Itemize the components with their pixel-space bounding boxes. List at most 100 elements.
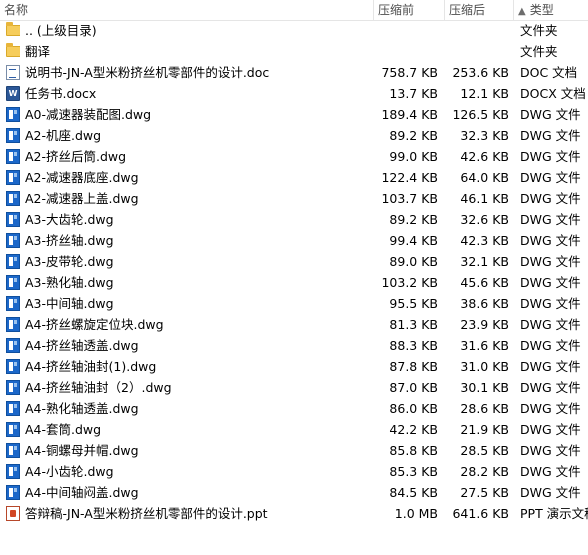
file-row[interactable]: A4-挤丝轴油封（2）.dwg 87.0 KB 30.1 KB DWG 文件: [0, 377, 588, 398]
file-row[interactable]: A3-皮带轮.dwg 89.0 KB 32.1 KB DWG 文件: [0, 251, 588, 272]
file-name: A2-挤丝后筒.dwg: [25, 149, 127, 164]
column-header-size-after[interactable]: 压缩后: [445, 0, 514, 20]
column-header-size-before[interactable]: 压缩前: [374, 0, 445, 20]
dwg-file-icon: [6, 443, 20, 458]
file-type: DWG 文件: [520, 443, 581, 458]
file-row[interactable]: 任务书.docx 13.7 KB 12.1 KB DOCX 文档: [0, 83, 588, 104]
file-icon-cell: [6, 272, 20, 293]
file-row[interactable]: A4-挤丝轴透盖.dwg 88.3 KB 31.6 KB DWG 文件: [0, 335, 588, 356]
file-type: DWG 文件: [520, 359, 581, 374]
file-row[interactable]: A2-机座.dwg 89.2 KB 32.3 KB DWG 文件: [0, 125, 588, 146]
dwg-file-icon: [6, 191, 20, 206]
file-size-before: 99.4 KB: [389, 233, 438, 248]
file-type: DOCX 文档: [520, 86, 586, 101]
file-row[interactable]: A4-挤丝轴油封(1).dwg 87.8 KB 31.0 KB DWG 文件: [0, 356, 588, 377]
dwg-file-icon: [6, 233, 20, 248]
file-type: DWG 文件: [520, 107, 581, 122]
file-name: A0-减速器装配图.dwg: [25, 107, 152, 122]
file-type: DWG 文件: [520, 464, 581, 479]
file-icon-cell: [6, 398, 20, 419]
file-size-after: 27.5 KB: [460, 485, 509, 500]
file-type: DOC 文档: [520, 65, 578, 80]
file-size-before: 89.0 KB: [389, 254, 438, 269]
file-row[interactable]: 翻译 文件夹: [0, 41, 588, 62]
file-size-after: 12.1 KB: [460, 86, 509, 101]
file-row[interactable]: A4-小齿轮.dwg 85.3 KB 28.2 KB DWG 文件: [0, 461, 588, 482]
file-icon-cell: [6, 335, 20, 356]
file-icon-cell: [6, 314, 20, 335]
file-size-after: 45.6 KB: [460, 275, 509, 290]
file-row[interactable]: A4-挤丝螺旋定位块.dwg 81.3 KB 23.9 KB DWG 文件: [0, 314, 588, 335]
column-header-bar: 名称 压缩前 压缩后 ▲ 类型: [0, 0, 588, 21]
column-header-type[interactable]: ▲ 类型: [514, 0, 588, 20]
file-rows: .. (上级目录) 文件夹 翻译 文件夹 说明书-JN-A型米粉挤丝机零部件的设计.do…: [0, 20, 588, 524]
file-size-after: 253.6 KB: [452, 65, 509, 80]
file-type: DWG 文件: [520, 254, 581, 269]
file-size-after: 32.3 KB: [460, 128, 509, 143]
file-type: DWG 文件: [520, 233, 581, 248]
file-icon-cell: [6, 293, 20, 314]
file-name: A3-熟化轴.dwg: [25, 275, 114, 290]
file-name: .. (上级目录): [25, 23, 97, 38]
file-name: A4-套筒.dwg: [25, 422, 102, 437]
file-size-before: 86.0 KB: [389, 401, 438, 416]
dwg-file-icon: [6, 401, 20, 416]
file-row[interactable]: A3-中间轴.dwg 95.5 KB 38.6 KB DWG 文件: [0, 293, 588, 314]
file-row[interactable]: A4-铜螺母并帽.dwg 85.8 KB 28.5 KB DWG 文件: [0, 440, 588, 461]
file-row[interactable]: A0-减速器装配图.dwg 189.4 KB 126.5 KB DWG 文件: [0, 104, 588, 125]
dwg-file-icon: [6, 128, 20, 143]
column-header-size-after-label: 压缩后: [449, 3, 486, 17]
file-row[interactable]: A2-减速器底座.dwg 122.4 KB 64.0 KB DWG 文件: [0, 167, 588, 188]
file-row[interactable]: A2-减速器上盖.dwg 103.7 KB 46.1 KB DWG 文件: [0, 188, 588, 209]
column-header-type-label: 类型: [529, 3, 554, 17]
file-name: A3-皮带轮.dwg: [25, 254, 114, 269]
file-type: DWG 文件: [520, 275, 581, 290]
file-size-before: 103.7 KB: [381, 191, 438, 206]
dwg-file-icon: [6, 254, 20, 269]
file-type: DWG 文件: [520, 128, 581, 143]
file-size-before: 99.0 KB: [389, 149, 438, 164]
file-type: DWG 文件: [520, 401, 581, 416]
file-icon-cell: [6, 62, 20, 83]
file-size-before: 13.7 KB: [389, 86, 438, 101]
file-row[interactable]: A4-套筒.dwg 42.2 KB 21.9 KB DWG 文件: [0, 419, 588, 440]
file-size-before: 85.3 KB: [389, 464, 438, 479]
file-icon-cell: [6, 503, 20, 524]
file-type: DWG 文件: [520, 422, 581, 437]
file-name: 说明书-JN-A型米粉挤丝机零部件的设计.doc: [25, 65, 270, 80]
ppt-file-icon: [6, 506, 20, 521]
file-row[interactable]: A2-挤丝后筒.dwg 99.0 KB 42.6 KB DWG 文件: [0, 146, 588, 167]
file-size-after: [445, 41, 509, 62]
column-header-name[interactable]: 名称: [0, 0, 374, 20]
file-row[interactable]: A3-熟化轴.dwg 103.2 KB 45.6 KB DWG 文件: [0, 272, 588, 293]
dwg-file-icon: [6, 317, 20, 332]
dwg-file-icon: [6, 296, 20, 311]
file-row[interactable]: .. (上级目录) 文件夹: [0, 20, 588, 41]
file-size-before: [374, 20, 438, 41]
file-icon-cell: [6, 251, 20, 272]
file-row[interactable]: A4-中间轴闷盖.dwg 84.5 KB 27.5 KB DWG 文件: [0, 482, 588, 503]
file-name: A2-减速器上盖.dwg: [25, 191, 139, 206]
folder-icon: [6, 43, 20, 57]
dwg-file-icon: [6, 464, 20, 479]
file-icon-cell: [6, 41, 20, 62]
dwg-file-icon: [6, 422, 20, 437]
file-row[interactable]: A3-挤丝轴.dwg 99.4 KB 42.3 KB DWG 文件: [0, 230, 588, 251]
file-size-after: 31.0 KB: [460, 359, 509, 374]
file-type: DWG 文件: [520, 191, 581, 206]
file-icon-cell: [6, 20, 20, 41]
file-type: 文件夹: [520, 44, 558, 59]
file-icon-cell: [6, 209, 20, 230]
file-size-after: 28.5 KB: [460, 443, 509, 458]
dwg-file-icon: [6, 170, 20, 185]
file-icon-cell: [6, 419, 20, 440]
file-type: PPT 演示文稿: [520, 506, 588, 521]
dwg-file-icon: [6, 149, 20, 164]
file-row[interactable]: 说明书-JN-A型米粉挤丝机零部件的设计.doc 758.7 KB 253.6 KB…: [0, 62, 588, 83]
file-type: DWG 文件: [520, 380, 581, 395]
file-size-before: 758.7 KB: [381, 65, 438, 80]
file-row[interactable]: 答辩稿-JN-A型米粉挤丝机零部件的设计.ppt 1.0 MB 641.6 KB PP…: [0, 503, 588, 524]
file-row[interactable]: A4-熟化轴透盖.dwg 86.0 KB 28.6 KB DWG 文件: [0, 398, 588, 419]
file-row[interactable]: A3-大齿轮.dwg 89.2 KB 32.6 KB DWG 文件: [0, 209, 588, 230]
file-name: A4-熟化轴透盖.dwg: [25, 401, 139, 416]
